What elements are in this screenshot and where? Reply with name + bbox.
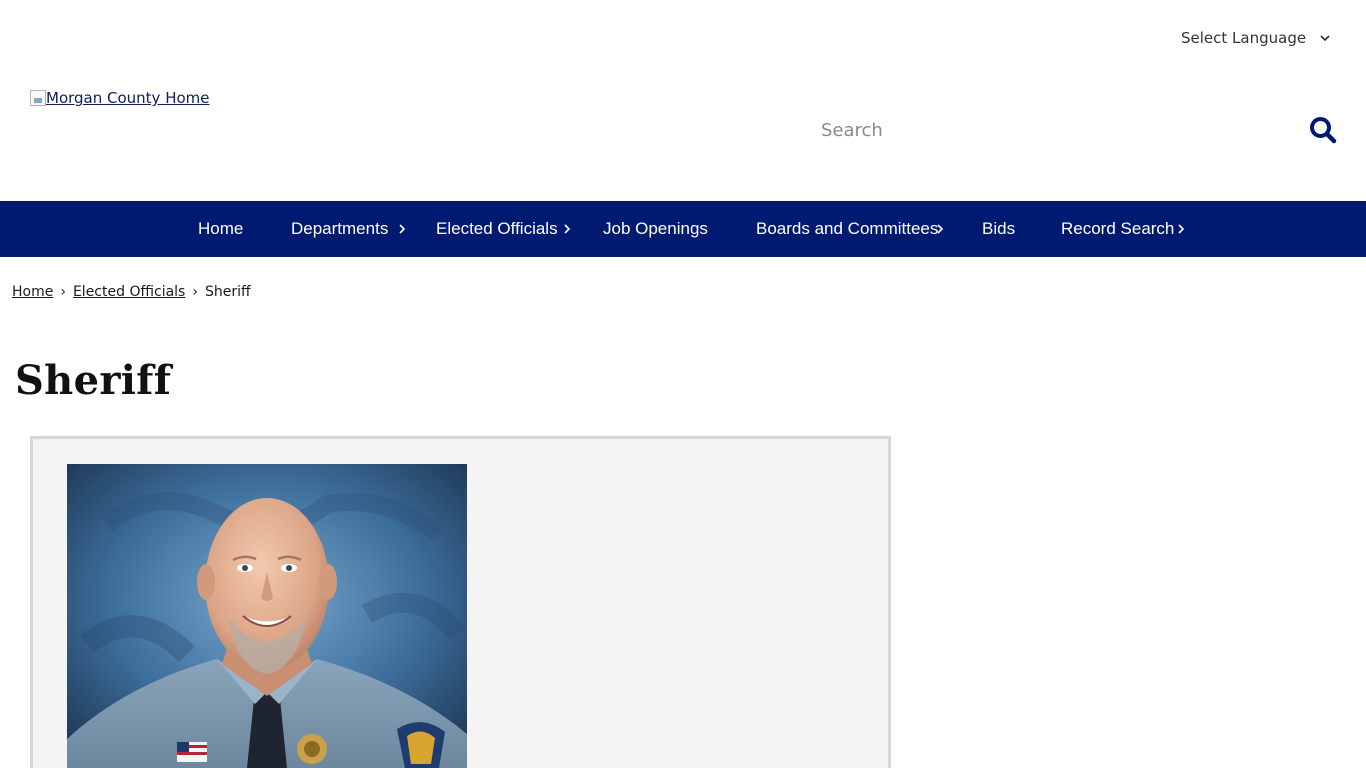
nav-item-departments[interactable]: Departments xyxy=(291,201,406,257)
nav-item-label: Departments xyxy=(291,219,389,238)
nav-item-label: Home xyxy=(198,219,244,238)
chevron-right-icon[interactable] xyxy=(1176,221,1186,237)
nav-item-bids[interactable]: Bids xyxy=(982,201,1015,257)
language-select-label: Select Language xyxy=(1181,29,1307,47)
nav-item-record-search[interactable]: Record Search xyxy=(1061,201,1185,257)
breadcrumb-link-home[interactable]: Home xyxy=(12,284,53,300)
nav-item-boards-and-committees[interactable]: Boards and Committees xyxy=(756,201,944,257)
sheriff-portrait-image xyxy=(67,464,467,768)
search-input[interactable] xyxy=(808,110,1298,150)
logo-alt-text: Morgan County Home xyxy=(46,89,210,107)
breadcrumb-link-elected-officials[interactable]: Elected Officials xyxy=(73,284,185,300)
chevron-right-icon[interactable] xyxy=(935,221,945,237)
nav-item-job-openings[interactable]: Job Openings xyxy=(603,201,708,257)
nav-item-label: Record Search xyxy=(1061,219,1175,238)
breadcrumb-separator: › xyxy=(192,284,198,300)
logo-image xyxy=(30,90,46,106)
nav-item-elected-officials[interactable]: Elected Officials xyxy=(436,201,571,257)
sheriff-portrait xyxy=(67,464,467,768)
main-navigation: Home Departments Elected Officials Job O… xyxy=(0,201,1366,257)
language-select[interactable]: Select Language xyxy=(1181,27,1332,49)
breadcrumb: Home › Elected Officials › Sheriff xyxy=(12,282,251,302)
chevron-right-icon[interactable] xyxy=(397,221,407,237)
search-icon xyxy=(1310,117,1337,144)
nav-item-home[interactable]: Home xyxy=(198,201,243,257)
search-button[interactable] xyxy=(1306,113,1340,147)
chevron-down-icon xyxy=(1320,35,1330,42)
nav-item-label: Boards and Committees xyxy=(756,219,939,238)
logo-link[interactable]: Morgan County Home xyxy=(30,89,210,107)
page-title: Sheriff xyxy=(15,357,172,404)
nav-item-label: Job Openings xyxy=(603,219,708,238)
breadcrumb-current: Sheriff xyxy=(204,284,251,300)
nav-item-label: Elected Officials xyxy=(436,219,558,238)
chevron-right-icon[interactable] xyxy=(562,221,572,237)
breadcrumb-separator: › xyxy=(60,284,66,300)
nav-item-label: Bids xyxy=(982,219,1016,238)
